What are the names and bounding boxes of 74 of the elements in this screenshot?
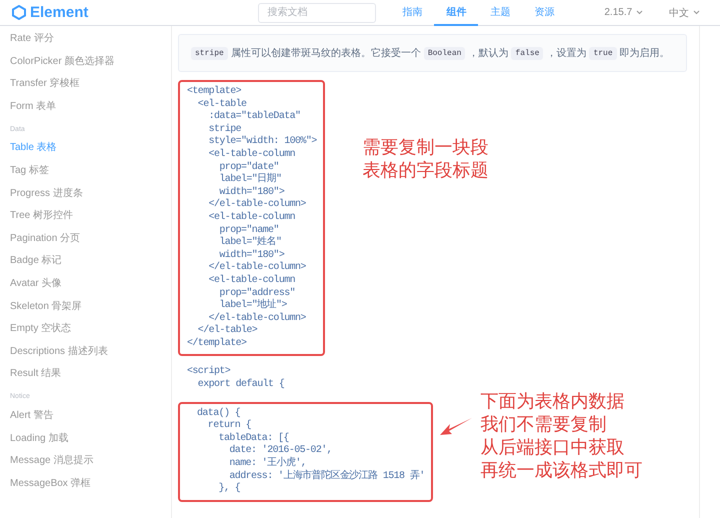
inline-code: stripe — [191, 46, 228, 60]
code-line: <el-table-column — [208, 212, 296, 224]
sidebar-item[interactable]: Pagination 分页 — [10, 228, 171, 250]
code-line: </el-table-column> — [208, 312, 307, 324]
sidebar-item[interactable]: Descriptions 描述列表 — [10, 340, 171, 364]
code-line: <el-table — [196, 98, 248, 110]
code-line: label="地址"> — [218, 300, 288, 312]
annotation-text: 我们不需要复制 — [480, 412, 608, 436]
code-line: return { — [206, 420, 252, 432]
code-line: width="180"> — [218, 250, 286, 262]
inline-code: true — [589, 46, 617, 60]
code-line: <el-table-column — [208, 148, 296, 162]
description-text: ，设置为 — [546, 46, 586, 60]
sidebar-item[interactable]: Tag 标签 — [10, 160, 171, 183]
code-line: <el-table-column — [208, 274, 296, 288]
code-line: </template> — [187, 338, 248, 350]
sidebar-item[interactable]: Tree 树形控件 — [10, 205, 171, 228]
annotation-text: 再统一成该格式即可 — [480, 458, 643, 482]
nav-tab[interactable]: 资源 — [522, 0, 566, 26]
version-select[interactable]: 2.15.7 — [604, 7, 644, 18]
sidebar-item[interactable]: ColorPicker 颜色选择器 — [10, 50, 171, 74]
sidebar-item[interactable]: Progress 进度条 — [10, 182, 171, 206]
sidebar-item[interactable]: Avatar 头像 — [10, 272, 171, 296]
description-text: 属性可以创建带斑马纹的表格。它接受一个 — [230, 46, 421, 60]
code-line: </el-table-column> — [208, 262, 307, 274]
code-line: label="姓名" — [218, 237, 282, 250]
code-line: :data="tableData" — [208, 111, 302, 124]
code-line: date: '2016-05-02', — [228, 445, 334, 456]
nav-tab[interactable]: 主题 — [478, 0, 522, 26]
code-line: data() { — [197, 408, 242, 420]
code-line: <script> — [187, 366, 232, 379]
sidebar-item[interactable]: Badge 标记 — [10, 250, 171, 273]
sidebar-item[interactable]: Empty 空状态 — [10, 318, 171, 341]
sidebar-item[interactable]: Alert 警告 — [10, 404, 171, 428]
sidebar-item[interactable]: Rate 评分 — [10, 28, 171, 51]
sidebar-item[interactable]: Result 结果 — [10, 363, 171, 386]
sidebar-item[interactable]: Transfer 穿梭框 — [10, 73, 171, 96]
code-line: width="180"> — [218, 186, 286, 198]
inline-code: false — [511, 46, 544, 60]
description-text: ，默认为 — [468, 46, 508, 60]
annotation-text: 需要复制一块段 — [362, 136, 489, 159]
annotation-text: 表格的字段标题 — [362, 159, 489, 182]
code-line: </el-table-column> — [208, 199, 307, 212]
code-line: stripe — [208, 124, 242, 136]
caret-icon — [636, 10, 644, 15]
sidebar-item[interactable]: Message 消息提示 — [10, 450, 171, 473]
code-line: }, { — [218, 483, 242, 496]
caret-icon — [693, 10, 700, 15]
nav-tab[interactable]: 组件 — [434, 0, 478, 26]
code-line: name: '王小虎', — [228, 458, 308, 470]
code-line: </el-table> — [196, 325, 258, 338]
logo-icon — [12, 5, 26, 20]
sidebar-item[interactable]: Table 表格 — [10, 137, 171, 160]
code-line: tableData: [{ — [218, 432, 290, 444]
code-line: export default { — [196, 379, 284, 392]
search-field[interactable]: 搜索文档 — [258, 2, 376, 22]
inline-code: Boolean — [424, 46, 466, 60]
code-line: label="日期" — [218, 174, 282, 186]
code-line: style="width: 100%"> — [208, 136, 317, 148]
description-text: 即为启用。 — [620, 46, 670, 60]
nav-tab[interactable]: 指南 — [390, 0, 434, 26]
annotation-text: 下面为表格内数据 — [480, 390, 626, 413]
code-line: prop="name" — [218, 224, 280, 236]
sidebar-item[interactable]: MessageBox 弹框 — [10, 472, 171, 496]
language-select[interactable]: 中文 — [669, 6, 700, 20]
code-line: <template> — [187, 86, 242, 98]
code-line: address: '上海市普陀区金沙江路 1518 弄' — [228, 470, 425, 482]
code-line: prop="address" — [218, 288, 296, 298]
sidebar-item[interactable]: Form 表单 — [10, 96, 171, 118]
logo-text: Element — [30, 4, 88, 22]
sidebar-item[interactable]: Loading 加载 — [10, 428, 171, 450]
code-line: prop="date" — [218, 162, 280, 173]
annotation-text: 从后端接口中获取 — [480, 436, 626, 459]
sidebar-item[interactable]: Skeleton 骨架屏 — [10, 296, 171, 318]
